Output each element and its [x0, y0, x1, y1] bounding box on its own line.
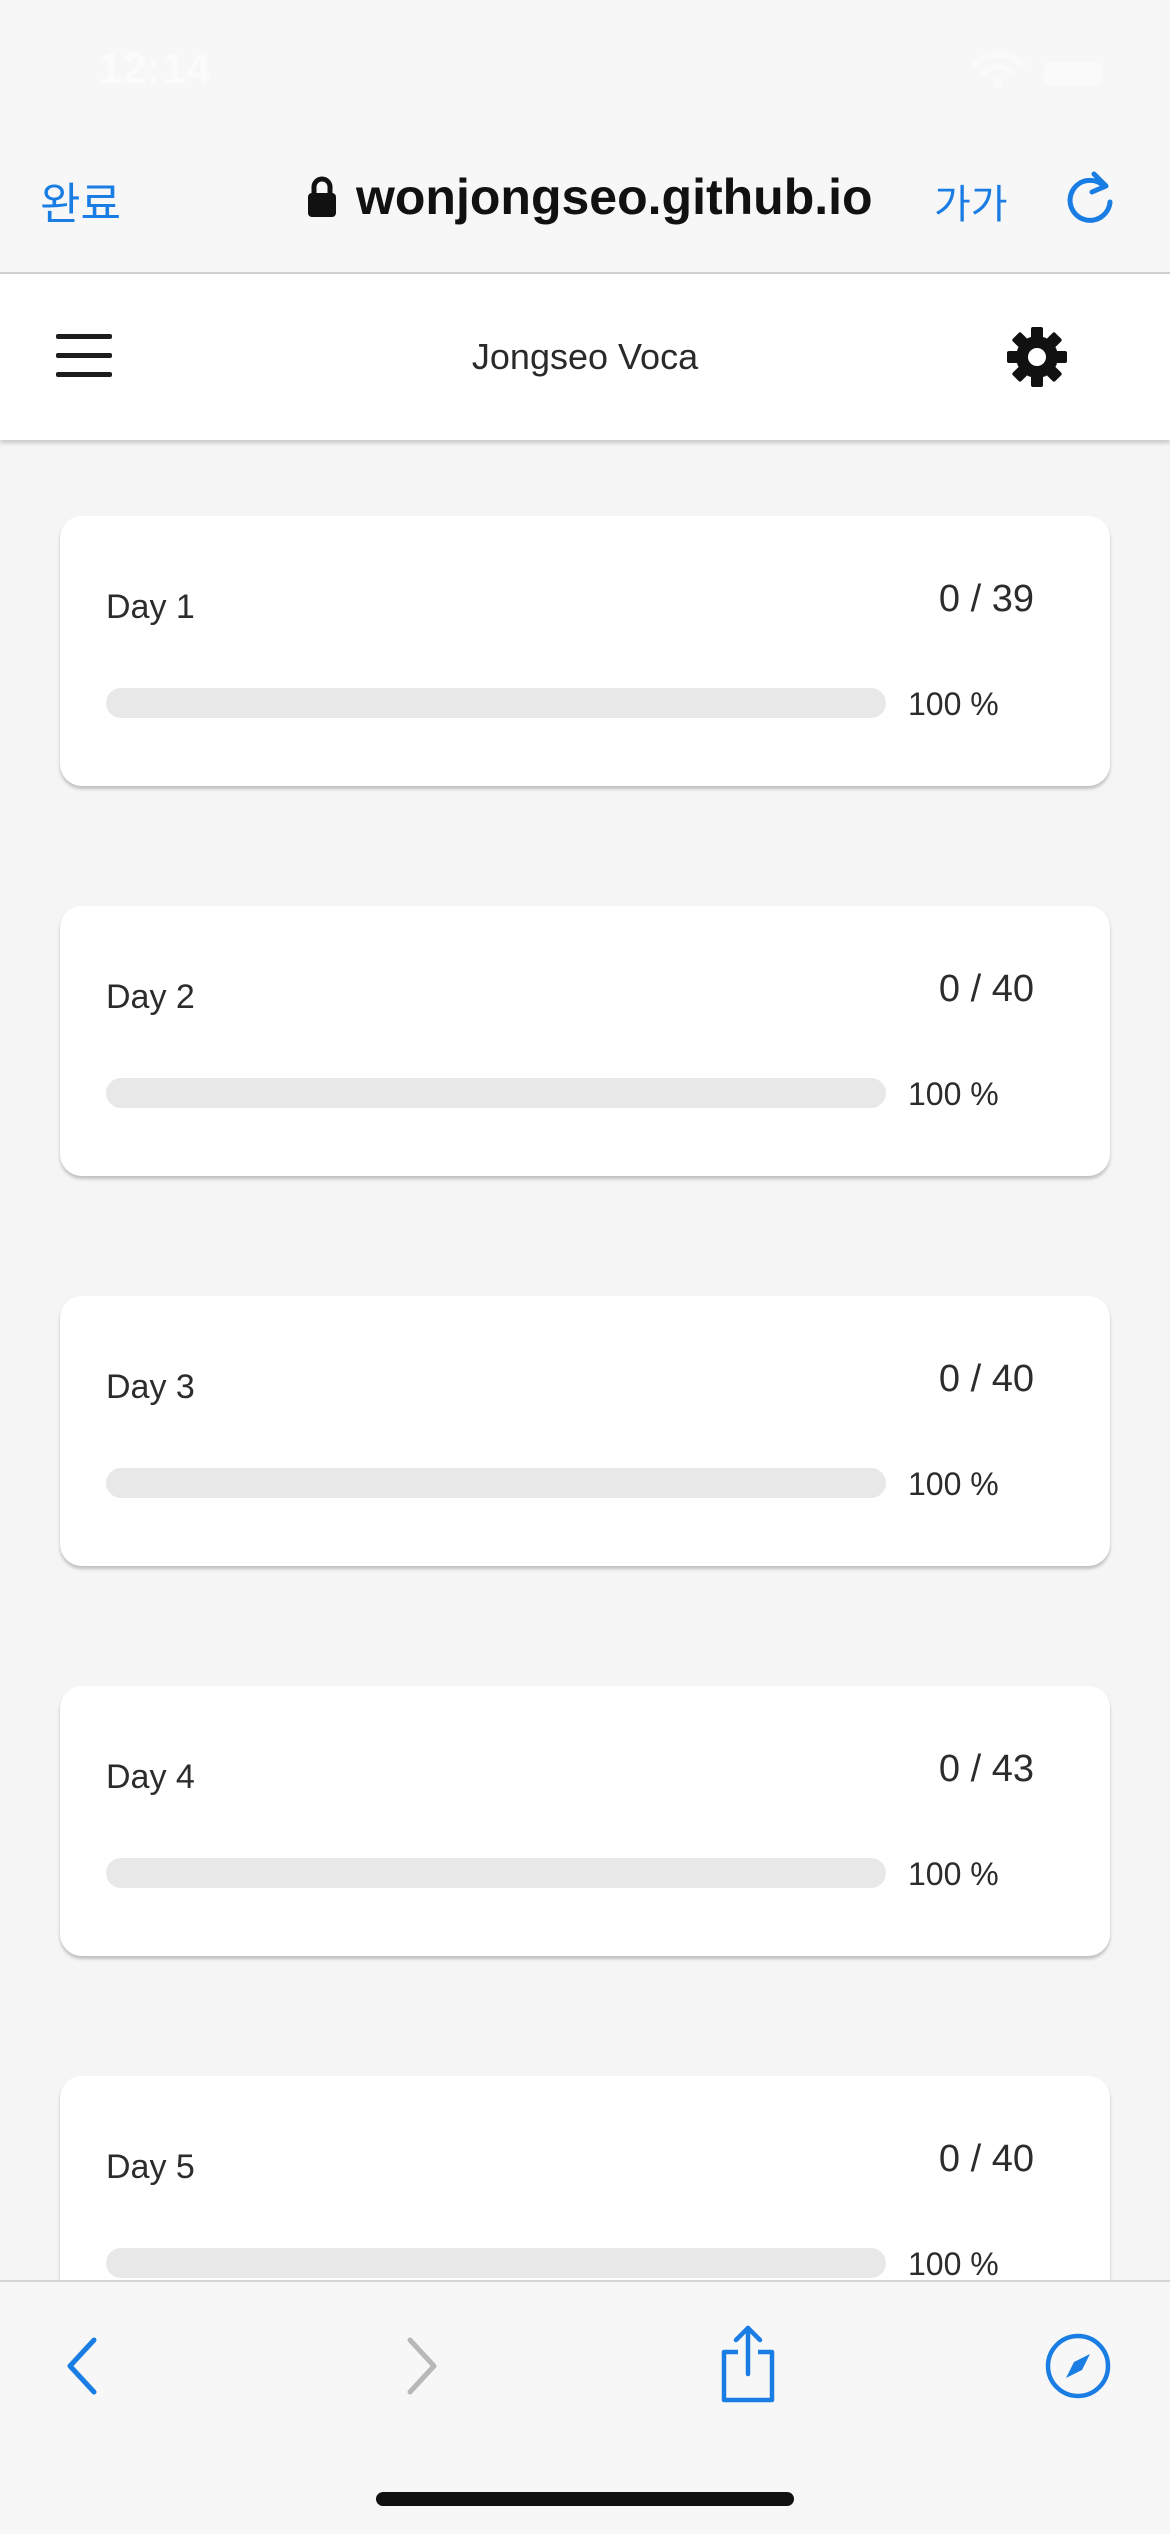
- app-header: Jongseo Voca: [0, 274, 1170, 440]
- wifi-icon: [971, 51, 1025, 88]
- day-card[interactable]: Day 2 0 / 40 100 %: [60, 906, 1110, 1176]
- text-size-button[interactable]: 가가: [934, 172, 1008, 230]
- day-card[interactable]: Day 5 0 / 40 100 %: [60, 2076, 1110, 2280]
- share-icon[interactable]: [716, 2324, 780, 2404]
- day-progress-percent: 100 %: [908, 686, 999, 722]
- lock-icon: [308, 176, 336, 217]
- day-progress-percent: 100 %: [908, 1466, 999, 1502]
- page-title: Jongseo Voca: [471, 336, 699, 377]
- done-button[interactable]: 완료: [40, 168, 121, 232]
- day-progress-count: 0 / 40: [938, 968, 1034, 1010]
- reload-icon[interactable]: [1064, 170, 1116, 226]
- day-progress-percent: 100 %: [908, 1856, 999, 1892]
- day-title: Day 1: [106, 588, 195, 626]
- day-progress-percent: 100 %: [908, 1076, 999, 1112]
- day-progress-count: 0 / 43: [938, 1748, 1034, 1790]
- day-progress-bar: [106, 1468, 886, 1498]
- compass-icon[interactable]: [1044, 2332, 1112, 2400]
- battery-icon: [1044, 62, 1102, 86]
- day-title: Day 2: [106, 978, 195, 1016]
- day-progress-count: 0 / 40: [938, 2138, 1034, 2180]
- day-progress-bar: [106, 1078, 886, 1108]
- day-title: Day 5: [106, 2148, 195, 2186]
- day-list: Day 1 0 / 39 100 % Day 2 0 / 40 100 % Da…: [0, 440, 1170, 2280]
- safari-toolbar: [0, 2280, 1170, 2534]
- day-progress-bar: [106, 1858, 886, 1888]
- back-chevron-icon[interactable]: [62, 2334, 102, 2398]
- day-title: Day 4: [106, 1758, 195, 1796]
- day-progress-count: 0 / 40: [938, 1358, 1034, 1400]
- day-progress-percent: 100 %: [908, 2246, 999, 2280]
- day-progress-bar: [106, 688, 886, 718]
- status-time: 12:14: [98, 44, 211, 93]
- home-indicator: [376, 2492, 794, 2506]
- day-progress-count: 0 / 39: [938, 578, 1034, 620]
- settings-gear-icon[interactable]: [1006, 326, 1068, 388]
- day-title: Day 3: [106, 1368, 195, 1406]
- day-card[interactable]: Day 1 0 / 39 100 %: [60, 516, 1110, 786]
- day-card[interactable]: Day 3 0 / 40 100 %: [60, 1296, 1110, 1566]
- day-progress-bar: [106, 2248, 886, 2278]
- forward-chevron-icon[interactable]: [402, 2334, 442, 2398]
- day-card[interactable]: Day 4 0 / 43 100 %: [60, 1686, 1110, 1956]
- status-bar: 12:14: [0, 0, 1170, 140]
- address-field[interactable]: wonjongseo.github.io: [356, 168, 873, 226]
